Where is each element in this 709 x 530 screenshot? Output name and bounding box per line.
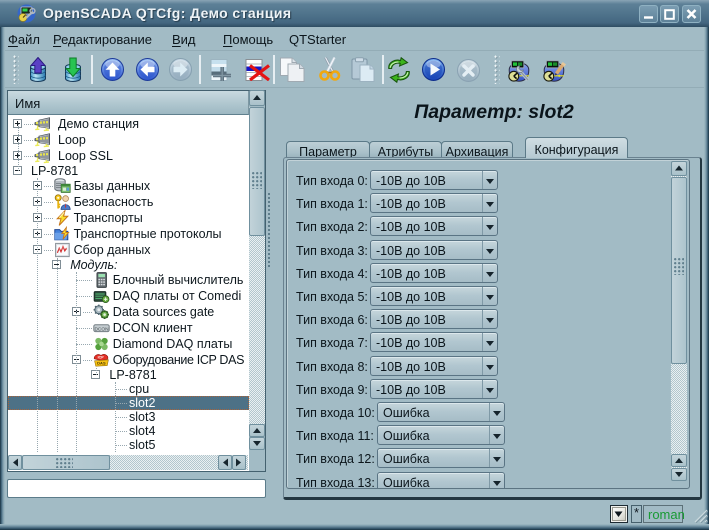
svg-text:DCON: DCON: [94, 326, 109, 332]
svg-text:DAS: DAS: [97, 361, 106, 366]
svg-text:ICP: ICP: [97, 355, 104, 359]
